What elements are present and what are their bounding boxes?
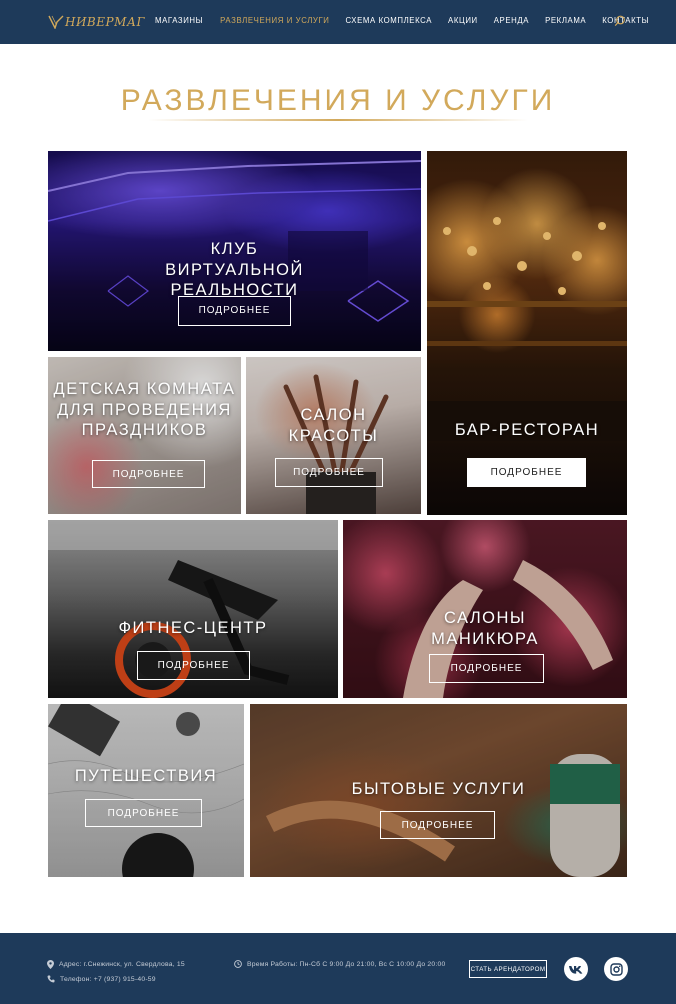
- tile-fitness-center[interactable]: ФИТНЕС-ЦЕНТР ПОДРОБНЕЕ: [48, 520, 338, 698]
- tile-title: САЛОН КРАСОТЫ: [288, 406, 379, 445]
- details-button[interactable]: ПОДРОБНЕЕ: [467, 458, 586, 487]
- nav-item-complex-map[interactable]: СХЕМА КОМПЛЕКСА: [346, 16, 433, 25]
- details-button[interactable]: ПОДРОБНЕЕ: [137, 651, 250, 680]
- details-button[interactable]: ПОДРОБНЕЕ: [275, 458, 383, 487]
- site-header: НИВЕРМАГ МАГАЗИНЫ РАЗВЛЕЧЕНИЯ И УСЛУГИ С…: [0, 0, 676, 44]
- page-title: РАЗВЛЕЧЕНИЯ И УСЛУГИ: [120, 84, 556, 117]
- tile-bar-restaurant[interactable]: БАР-РЕСТОРАН ПОДРОБНЕЕ: [427, 151, 627, 515]
- tile-title: БАР-РЕСТОРАН: [454, 421, 600, 439]
- details-button[interactable]: ПОДРОБНЕЕ: [85, 799, 202, 827]
- logo[interactable]: НИВЕРМАГ: [48, 13, 145, 31]
- tile-title: САЛОНЫ МАНИКЮРА: [431, 609, 539, 648]
- tile-travel[interactable]: ПУТЕШЕСТВИЯ ПОДРОБНЕЕ: [48, 704, 244, 877]
- tile-household-services[interactable]: БЫТОВЫЕ УСЛУГИ ПОДРОБНЕЕ: [250, 704, 627, 877]
- logo-mark-icon: [48, 15, 64, 29]
- nav-item-shops[interactable]: МАГАЗИНЫ: [155, 16, 203, 25]
- footer-hours-text: Время Работы: Пн-Сб С 9:00 До 21:00, Вс …: [247, 960, 446, 968]
- tile-title: ПУТЕШЕСТВИЯ: [74, 767, 218, 785]
- tile-title: ДЕТСКАЯ КОМНАТА ДЛЯ ПРОВЕДЕНИЯ ПРАЗДНИКО…: [53, 380, 236, 440]
- main-nav: МАГАЗИНЫ РАЗВЛЕЧЕНИЯ И УСЛУГИ СХЕМА КОМП…: [155, 16, 649, 25]
- vk-glyph: [569, 965, 583, 974]
- logo-text: НИВЕРМАГ: [65, 15, 145, 29]
- footer-phone-text[interactable]: Телефон: +7 (937) 915-40-59: [60, 976, 156, 983]
- footer-address-text: Адрес: г.Снежинск, ул. Свердлова, 15: [59, 961, 185, 968]
- nav-item-promotions[interactable]: АКЦИИ: [448, 16, 478, 25]
- travel-shade: [48, 704, 244, 877]
- details-button[interactable]: ПОДРОБНЕЕ: [178, 296, 291, 326]
- location-pin-icon: [47, 960, 54, 969]
- tile-vr-club[interactable]: КЛУБ ВИРТУАЛЬНОЙ РЕАЛЬНОСТИ ПОДРОБНЕЕ: [48, 151, 421, 351]
- footer-hours: Время Работы: Пн-Сб С 9:00 До 21:00, Вс …: [234, 960, 445, 968]
- tile-manicure-salons[interactable]: САЛОНЫ МАНИКЮРА ПОДРОБНЕЕ: [343, 520, 627, 698]
- become-tenant-button[interactable]: СТАТЬ АРЕНДАТОРОМ: [469, 960, 547, 978]
- clock-icon: [234, 960, 242, 968]
- nav-item-advertising[interactable]: РЕКЛАМА: [545, 16, 586, 25]
- footer-address: Адрес: г.Снежинск, ул. Свердлова, 15: [47, 960, 185, 969]
- instagram-glyph: [609, 962, 623, 976]
- nav-item-rent[interactable]: АРЕНДА: [494, 16, 529, 25]
- vk-icon[interactable]: [564, 957, 588, 981]
- title-underline: [148, 119, 528, 121]
- instagram-icon[interactable]: [604, 957, 628, 981]
- nav-item-entertainment[interactable]: РАЗВЛЕЧЕНИЯ И УСЛУГИ: [220, 16, 329, 25]
- details-button[interactable]: ПОДРОБНЕЕ: [429, 654, 544, 683]
- phone-icon: [47, 975, 55, 983]
- tile-title: ФИТНЕС-ЦЕНТР: [118, 619, 268, 637]
- tile-title: БЫТОВЫЕ УСЛУГИ: [351, 780, 526, 798]
- details-button[interactable]: ПОДРОБНЕЕ: [92, 460, 205, 488]
- search-icon[interactable]: [613, 14, 627, 28]
- tile-kids-room[interactable]: ДЕТСКАЯ КОМНАТА ДЛЯ ПРОВЕДЕНИЯ ПРАЗДНИКО…: [48, 357, 241, 514]
- footer-phone: Телефон: +7 (937) 915-40-59: [47, 975, 156, 983]
- tile-title: КЛУБ ВИРТУАЛЬНОЙ РЕАЛЬНОСТИ: [165, 240, 304, 300]
- details-button[interactable]: ПОДРОБНЕЕ: [380, 811, 495, 839]
- tile-beauty-salon[interactable]: САЛОН КРАСОТЫ ПОДРОБНЕЕ: [246, 357, 421, 514]
